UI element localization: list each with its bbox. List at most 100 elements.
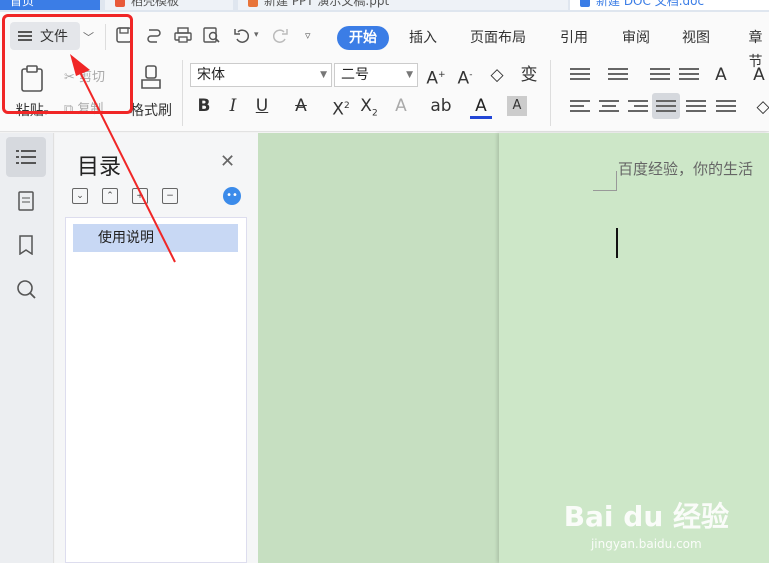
doc-file-icon <box>580 0 590 7</box>
shading-icon[interactable]: ◇ <box>752 96 769 118</box>
decrease-indent-icon[interactable] <box>650 68 670 84</box>
bullet-list-icon[interactable] <box>570 68 590 84</box>
justify-button[interactable] <box>652 93 680 119</box>
decrease-font-icon[interactable]: A- <box>454 64 476 89</box>
save-icon[interactable] <box>114 26 134 46</box>
tab-doc-label: 新建 DOC 文档.doc <box>596 0 705 8</box>
divider <box>182 60 183 126</box>
cut-button[interactable]: ✂ 剪切 <box>64 66 105 85</box>
tab-review[interactable]: 审阅 <box>622 26 650 50</box>
toc-list: 使用说明 <box>65 217 247 563</box>
format-painter-button[interactable]: 格式刷 <box>126 64 176 120</box>
tab-home[interactable]: 首页 <box>0 0 100 10</box>
text-effect-icon[interactable]: A <box>390 95 412 117</box>
toc-rail-button[interactable] <box>6 137 46 177</box>
quick-access-more-icon[interactable]: ▿ <box>305 29 311 42</box>
undo-dropdown-chevron-icon[interactable]: ▾ <box>254 30 259 40</box>
collapse-all-icon[interactable]: ⌃ <box>102 188 118 204</box>
chevron-down-icon: ▼ <box>320 70 327 80</box>
tab-sections[interactable]: 章节 <box>742 26 769 70</box>
text-cursor <box>616 228 618 258</box>
watermark-url: jingyan.baidu.com <box>590 537 702 551</box>
expand-all-icon[interactable]: ⌄ <box>72 188 88 204</box>
clipboard-icon <box>21 65 43 92</box>
tab-ppt-label: 新建 PPT 演示文稿.ppt <box>264 0 390 8</box>
document-text[interactable]: 百度经验，你的生活 <box>618 158 753 179</box>
pinyin-icon[interactable]: A <box>748 64 769 86</box>
file-dropdown-chevron-icon[interactable]: ﹀ <box>83 29 94 45</box>
toc-title: 目录 <box>77 155 122 180</box>
copy-label: 复制 <box>77 102 104 117</box>
more-options-icon[interactable]: •• <box>223 187 241 205</box>
tab-template[interactable]: 稻壳模板 <box>105 0 233 10</box>
align-justify-icon <box>656 100 676 116</box>
italic-icon[interactable]: I <box>222 95 244 117</box>
search-icon <box>17 280 36 299</box>
align-right-icon[interactable] <box>628 100 648 116</box>
brush-icon <box>141 65 161 89</box>
tab-doc[interactable]: 新建 DOC 文档.doc <box>570 0 769 10</box>
increase-font-icon[interactable]: A+ <box>425 64 447 89</box>
clear-format-icon[interactable]: ◇ <box>486 64 508 86</box>
file-menu-label: 文件 <box>40 29 68 45</box>
change-case-icon[interactable]: A <box>710 64 732 86</box>
format-painter-label: 格式刷 <box>130 103 172 119</box>
char-shading-icon[interactable]: A <box>507 96 527 116</box>
cut-label: 剪切 <box>79 70 106 85</box>
superscript-icon[interactable]: X2 <box>330 95 352 120</box>
tab-template-label: 稻壳模板 <box>131 0 180 8</box>
watermark-logo: Bai du 经验 <box>563 500 729 533</box>
line-spacing-icon[interactable] <box>716 100 736 116</box>
pages-rail-button[interactable] <box>6 181 46 221</box>
paste-label: 粘贴 <box>15 103 44 119</box>
add-heading-icon[interactable]: + <box>132 188 148 204</box>
tab-view[interactable]: 视图 <box>682 26 710 50</box>
copy-button[interactable]: ⧉ 复制 <box>64 98 103 117</box>
tab-page-layout[interactable]: 页面布局 <box>470 26 526 50</box>
subscript-icon[interactable]: X2 <box>358 95 380 118</box>
remove-heading-icon[interactable]: − <box>162 188 178 204</box>
margin-marker <box>593 171 617 191</box>
navigation-rail <box>0 133 54 563</box>
phonetic-icon[interactable]: 变 <box>518 64 540 86</box>
highlight-icon[interactable]: ab <box>430 95 452 117</box>
undo-icon[interactable] <box>232 26 252 46</box>
ppt-file-icon <box>248 0 258 7</box>
template-icon <box>115 0 125 7</box>
bold-icon[interactable]: B <box>193 95 215 117</box>
underline-icon[interactable]: U <box>251 95 273 117</box>
distributed-align-icon[interactable] <box>686 100 706 116</box>
align-left-icon[interactable] <box>570 100 590 116</box>
font-name-value: 宋体 <box>197 67 225 83</box>
increase-indent-icon[interactable] <box>679 68 699 84</box>
strikethrough-icon[interactable]: A <box>290 95 312 117</box>
close-icon[interactable]: ✕ <box>220 151 235 172</box>
toc-panel: 目录 ✕ ⌄ ⌃ + − •• 使用说明 <box>55 133 258 563</box>
numbered-list-icon[interactable] <box>608 68 628 84</box>
file-menu-button[interactable]: 文件 <box>10 22 80 50</box>
paste-button[interactable]: 粘贴▾ <box>10 64 54 120</box>
format-convert-icon[interactable] <box>144 26 164 46</box>
font-size-value: 二号 <box>341 67 369 83</box>
document-tab-strip: 首页 稻壳模板 新建 PPT 演示文稿.ppt 新建 DOC 文档.doc <box>0 0 769 12</box>
chevron-down-icon: ▼ <box>406 70 413 80</box>
ribbon: 文件 ﹀ ▾ ▿ 开始 插入 页面布局 引用 审阅 视图 章节 粘贴▾ ✂ 剪切… <box>0 12 769 132</box>
toc-item[interactable]: 使用说明 <box>73 224 238 252</box>
bookmark-rail-button[interactable] <box>6 225 46 265</box>
print-preview-icon[interactable] <box>202 26 222 46</box>
tab-references[interactable]: 引用 <box>560 26 588 50</box>
tab-insert[interactable]: 插入 <box>409 26 437 50</box>
redo-icon[interactable] <box>270 26 290 46</box>
print-icon[interactable] <box>173 26 193 46</box>
font-color-icon[interactable]: A <box>470 95 492 119</box>
font-size-select[interactable]: 二号 ▼ <box>334 63 418 87</box>
tab-start[interactable]: 开始 <box>337 26 389 50</box>
align-center-icon[interactable] <box>599 100 619 116</box>
page-icon <box>18 191 34 211</box>
divider <box>550 60 551 126</box>
font-name-select[interactable]: 宋体 ▼ <box>190 63 332 87</box>
find-rail-button[interactable] <box>6 269 46 309</box>
bookmark-icon <box>19 235 33 255</box>
list-icon <box>16 150 36 164</box>
tab-ppt[interactable]: 新建 PPT 演示文稿.ppt <box>238 0 568 10</box>
